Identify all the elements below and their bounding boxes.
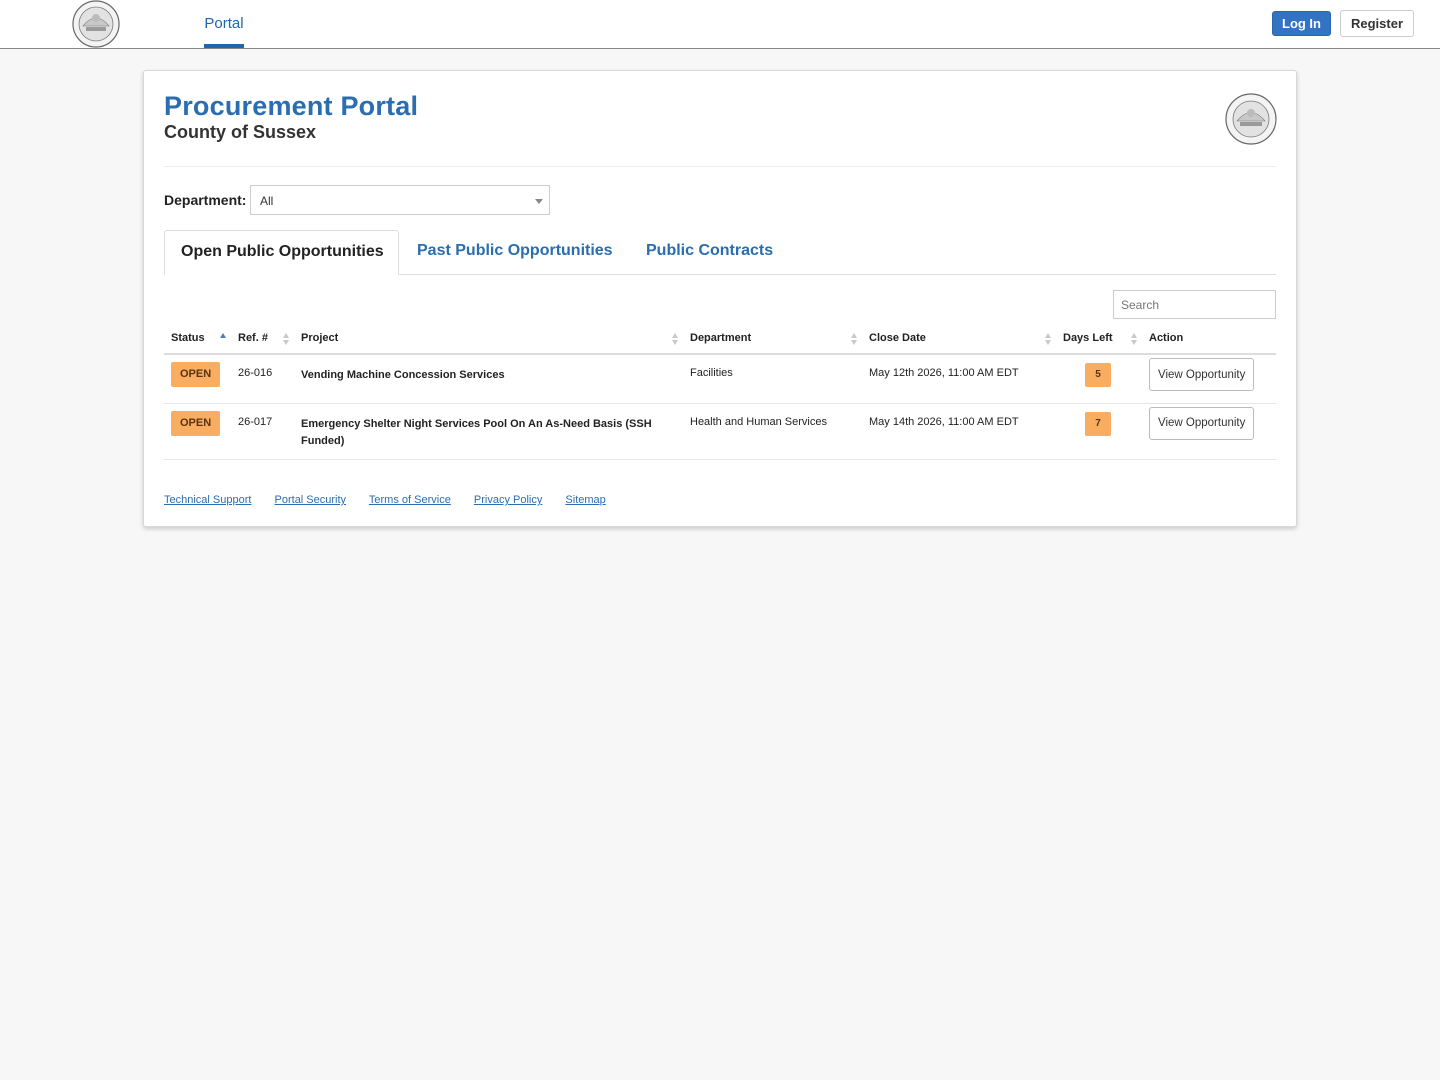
sort-icon (851, 333, 858, 345)
page-title: Procurement Portal (164, 91, 419, 121)
department-label: Department: (164, 192, 247, 208)
table-row: OPEN 26-016 Vending Machine Concession S… (164, 354, 1276, 404)
days-left-badge: 7 (1085, 411, 1111, 436)
status-badge: OPEN (171, 362, 221, 387)
cell-status: OPEN (164, 403, 231, 460)
top-navbar: Portal Log In Register (0, 0, 1440, 49)
cell-close-date: May 12th 2026, 11:00 AM EDT (862, 354, 1056, 404)
column-header-project[interactable]: Project (294, 323, 683, 355)
county-seal-icon[interactable] (71, 0, 121, 48)
tab-past-public-opportunities[interactable]: Past Public Opportunities (417, 230, 613, 275)
department-select-value: All (260, 194, 274, 208)
cell-action: View Opportunity (1142, 403, 1276, 460)
county-seal-logo (1225, 93, 1277, 145)
footer-link-portal-security[interactable]: Portal Security (275, 494, 347, 506)
footer-link-sitemap[interactable]: Sitemap (565, 494, 605, 506)
opportunities-table: Status Ref. # Project Department Close D… (164, 323, 1276, 460)
footer-link-terms-of-service[interactable]: Terms of Service (369, 494, 451, 506)
cell-action: View Opportunity (1142, 354, 1276, 404)
login-button[interactable]: Log In (1272, 11, 1331, 36)
sort-ascending-icon (220, 333, 227, 345)
nav-portal-link[interactable]: Portal (204, 0, 244, 48)
chevron-down-icon (535, 199, 543, 204)
page-subtitle: County of Sussex (164, 122, 317, 142)
table-header-row: Status Ref. # Project Department Close D… (164, 323, 1276, 355)
column-header-status[interactable]: Status (164, 323, 231, 355)
tab-public-contracts[interactable]: Public Contracts (646, 230, 773, 275)
tab-open-public-opportunities[interactable]: Open Public Opportunities (164, 230, 399, 275)
table-row: OPEN 26-017 Emergency Shelter Night Serv… (164, 403, 1276, 460)
cell-days-left: 7 (1056, 403, 1142, 460)
column-header-close-date[interactable]: Close Date (862, 323, 1056, 355)
sort-icon (672, 333, 679, 345)
sort-icon (283, 333, 290, 345)
header-divider (164, 166, 1276, 167)
view-opportunity-button[interactable]: View Opportunity (1149, 358, 1255, 391)
cell-close-date: May 14th 2026, 11:00 AM EDT (862, 403, 1056, 460)
cell-project: Emergency Shelter Night Services Pool On… (294, 403, 683, 460)
cell-status: OPEN (164, 354, 231, 404)
register-button[interactable]: Register (1340, 10, 1414, 37)
status-badge: OPEN (171, 410, 221, 436)
column-header-ref[interactable]: Ref. # (231, 323, 294, 355)
column-header-action: Action (1142, 323, 1276, 355)
cell-department: Facilities (683, 354, 862, 404)
sort-icon (1045, 333, 1052, 345)
portal-card: Procurement Portal County of Sussex Depa… (143, 70, 1297, 527)
footer-link-technical-support[interactable]: Technical Support (164, 494, 251, 506)
cell-department: Health and Human Services (683, 403, 862, 460)
view-opportunity-button[interactable]: View Opportunity (1149, 406, 1255, 440)
footer-links: Technical Support Portal Security Terms … (164, 494, 626, 506)
cell-ref: 26-017 (231, 403, 294, 460)
cell-days-left: 5 (1056, 354, 1142, 404)
column-header-department[interactable]: Department (683, 323, 862, 355)
cell-project: Vending Machine Concession Services (294, 354, 683, 404)
footer-link-privacy-policy[interactable]: Privacy Policy (474, 494, 542, 506)
department-select[interactable]: All (250, 185, 550, 215)
cell-ref: 26-016 (231, 354, 294, 404)
sort-icon (1131, 333, 1138, 345)
days-left-badge: 5 (1085, 363, 1111, 387)
column-header-days-left[interactable]: Days Left (1056, 323, 1142, 355)
search-input[interactable] (1113, 290, 1276, 319)
